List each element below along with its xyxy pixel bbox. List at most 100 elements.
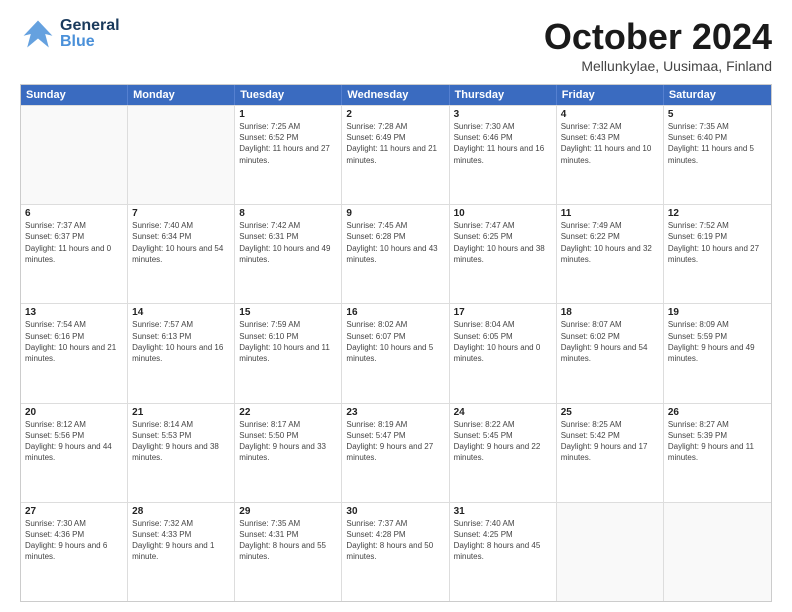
calendar-cell: 21Sunrise: 8:14 AMSunset: 5:53 PMDayligh… (128, 404, 235, 502)
day-detail: Sunrise: 7:52 AMSunset: 6:19 PMDaylight:… (668, 220, 767, 265)
day-detail: Sunrise: 8:12 AMSunset: 5:56 PMDaylight:… (25, 419, 123, 464)
day-number: 28 (132, 506, 230, 517)
day-detail: Sunrise: 7:57 AMSunset: 6:13 PMDaylight:… (132, 319, 230, 364)
calendar-header-friday: Friday (557, 85, 664, 105)
calendar-cell: 24Sunrise: 8:22 AMSunset: 5:45 PMDayligh… (450, 404, 557, 502)
calendar-cell: 28Sunrise: 7:32 AMSunset: 4:33 PMDayligh… (128, 503, 235, 601)
day-detail: Sunrise: 8:02 AMSunset: 6:07 PMDaylight:… (346, 319, 444, 364)
day-detail: Sunrise: 7:59 AMSunset: 6:10 PMDaylight:… (239, 319, 337, 364)
day-number: 23 (346, 407, 444, 418)
day-detail: Sunrise: 8:17 AMSunset: 5:50 PMDaylight:… (239, 419, 337, 464)
logo-bird-icon (20, 16, 56, 52)
logo: General Blue (20, 16, 120, 52)
day-number: 7 (132, 208, 230, 219)
day-number: 17 (454, 307, 552, 318)
day-detail: Sunrise: 7:54 AMSunset: 6:16 PMDaylight:… (25, 319, 123, 364)
day-number: 12 (668, 208, 767, 219)
day-number: 26 (668, 407, 767, 418)
day-detail: Sunrise: 7:30 AMSunset: 4:36 PMDaylight:… (25, 518, 123, 563)
calendar-cell: 3Sunrise: 7:30 AMSunset: 6:46 PMDaylight… (450, 106, 557, 204)
day-number: 8 (239, 208, 337, 219)
calendar-row-3: 20Sunrise: 8:12 AMSunset: 5:56 PMDayligh… (21, 403, 771, 502)
day-detail: Sunrise: 7:42 AMSunset: 6:31 PMDaylight:… (239, 220, 337, 265)
header: General Blue October 2024 Mellunkylae, U… (20, 16, 772, 74)
calendar-cell: 16Sunrise: 8:02 AMSunset: 6:07 PMDayligh… (342, 304, 449, 402)
calendar-cell: 31Sunrise: 7:40 AMSunset: 4:25 PMDayligh… (450, 503, 557, 601)
calendar-cell: 7Sunrise: 7:40 AMSunset: 6:34 PMDaylight… (128, 205, 235, 303)
page-title: October 2024 (544, 16, 772, 58)
day-number: 21 (132, 407, 230, 418)
calendar-cell: 17Sunrise: 8:04 AMSunset: 6:05 PMDayligh… (450, 304, 557, 402)
calendar-cell: 14Sunrise: 7:57 AMSunset: 6:13 PMDayligh… (128, 304, 235, 402)
calendar-cell (557, 503, 664, 601)
calendar-row-4: 27Sunrise: 7:30 AMSunset: 4:36 PMDayligh… (21, 502, 771, 601)
calendar-cell: 19Sunrise: 8:09 AMSunset: 5:59 PMDayligh… (664, 304, 771, 402)
day-number: 25 (561, 407, 659, 418)
day-number: 24 (454, 407, 552, 418)
calendar-header-wednesday: Wednesday (342, 85, 449, 105)
calendar-cell: 20Sunrise: 8:12 AMSunset: 5:56 PMDayligh… (21, 404, 128, 502)
calendar-cell: 27Sunrise: 7:30 AMSunset: 4:36 PMDayligh… (21, 503, 128, 601)
day-detail: Sunrise: 8:22 AMSunset: 5:45 PMDaylight:… (454, 419, 552, 464)
calendar-cell: 29Sunrise: 7:35 AMSunset: 4:31 PMDayligh… (235, 503, 342, 601)
calendar-cell: 9Sunrise: 7:45 AMSunset: 6:28 PMDaylight… (342, 205, 449, 303)
day-number: 30 (346, 506, 444, 517)
calendar-cell: 23Sunrise: 8:19 AMSunset: 5:47 PMDayligh… (342, 404, 449, 502)
day-number: 31 (454, 506, 552, 517)
location-subtitle: Mellunkylae, Uusimaa, Finland (544, 58, 772, 74)
day-detail: Sunrise: 7:37 AMSunset: 6:37 PMDaylight:… (25, 220, 123, 265)
day-detail: Sunrise: 7:32 AMSunset: 4:33 PMDaylight:… (132, 518, 230, 563)
calendar-cell: 5Sunrise: 7:35 AMSunset: 6:40 PMDaylight… (664, 106, 771, 204)
calendar-header-row: SundayMondayTuesdayWednesdayThursdayFrid… (21, 85, 771, 105)
day-number: 11 (561, 208, 659, 219)
day-number: 3 (454, 109, 552, 120)
day-number: 9 (346, 208, 444, 219)
calendar-row-2: 13Sunrise: 7:54 AMSunset: 6:16 PMDayligh… (21, 303, 771, 402)
day-detail: Sunrise: 7:28 AMSunset: 6:49 PMDaylight:… (346, 121, 444, 166)
day-detail: Sunrise: 7:40 AMSunset: 4:25 PMDaylight:… (454, 518, 552, 563)
day-number: 14 (132, 307, 230, 318)
page: General Blue October 2024 Mellunkylae, U… (0, 0, 792, 612)
day-number: 2 (346, 109, 444, 120)
calendar-cell: 1Sunrise: 7:25 AMSunset: 6:52 PMDaylight… (235, 106, 342, 204)
day-number: 29 (239, 506, 337, 517)
calendar-cell: 10Sunrise: 7:47 AMSunset: 6:25 PMDayligh… (450, 205, 557, 303)
calendar-header-monday: Monday (128, 85, 235, 105)
day-detail: Sunrise: 8:27 AMSunset: 5:39 PMDaylight:… (668, 419, 767, 464)
calendar-cell (664, 503, 771, 601)
title-block: October 2024 Mellunkylae, Uusimaa, Finla… (544, 16, 772, 74)
day-detail: Sunrise: 8:07 AMSunset: 6:02 PMDaylight:… (561, 319, 659, 364)
calendar-body: 1Sunrise: 7:25 AMSunset: 6:52 PMDaylight… (21, 105, 771, 601)
day-number: 27 (25, 506, 123, 517)
calendar-cell: 26Sunrise: 8:27 AMSunset: 5:39 PMDayligh… (664, 404, 771, 502)
day-number: 5 (668, 109, 767, 120)
day-number: 6 (25, 208, 123, 219)
day-detail: Sunrise: 7:47 AMSunset: 6:25 PMDaylight:… (454, 220, 552, 265)
calendar-cell: 18Sunrise: 8:07 AMSunset: 6:02 PMDayligh… (557, 304, 664, 402)
logo-general-text: General (60, 18, 120, 34)
calendar: SundayMondayTuesdayWednesdayThursdayFrid… (20, 84, 772, 602)
calendar-cell: 22Sunrise: 8:17 AMSunset: 5:50 PMDayligh… (235, 404, 342, 502)
day-number: 22 (239, 407, 337, 418)
calendar-cell: 13Sunrise: 7:54 AMSunset: 6:16 PMDayligh… (21, 304, 128, 402)
calendar-row-1: 6Sunrise: 7:37 AMSunset: 6:37 PMDaylight… (21, 204, 771, 303)
day-detail: Sunrise: 8:09 AMSunset: 5:59 PMDaylight:… (668, 319, 767, 364)
calendar-cell (128, 106, 235, 204)
day-detail: Sunrise: 8:04 AMSunset: 6:05 PMDaylight:… (454, 319, 552, 364)
calendar-cell: 4Sunrise: 7:32 AMSunset: 6:43 PMDaylight… (557, 106, 664, 204)
day-detail: Sunrise: 7:35 AMSunset: 4:31 PMDaylight:… (239, 518, 337, 563)
calendar-cell: 30Sunrise: 7:37 AMSunset: 4:28 PMDayligh… (342, 503, 449, 601)
day-number: 13 (25, 307, 123, 318)
calendar-header-tuesday: Tuesday (235, 85, 342, 105)
day-detail: Sunrise: 7:30 AMSunset: 6:46 PMDaylight:… (454, 121, 552, 166)
calendar-cell (21, 106, 128, 204)
calendar-cell: 6Sunrise: 7:37 AMSunset: 6:37 PMDaylight… (21, 205, 128, 303)
calendar-cell: 2Sunrise: 7:28 AMSunset: 6:49 PMDaylight… (342, 106, 449, 204)
calendar-header-saturday: Saturday (664, 85, 771, 105)
day-detail: Sunrise: 7:40 AMSunset: 6:34 PMDaylight:… (132, 220, 230, 265)
calendar-cell: 11Sunrise: 7:49 AMSunset: 6:22 PMDayligh… (557, 205, 664, 303)
day-number: 4 (561, 109, 659, 120)
day-number: 18 (561, 307, 659, 318)
day-number: 15 (239, 307, 337, 318)
day-detail: Sunrise: 7:49 AMSunset: 6:22 PMDaylight:… (561, 220, 659, 265)
